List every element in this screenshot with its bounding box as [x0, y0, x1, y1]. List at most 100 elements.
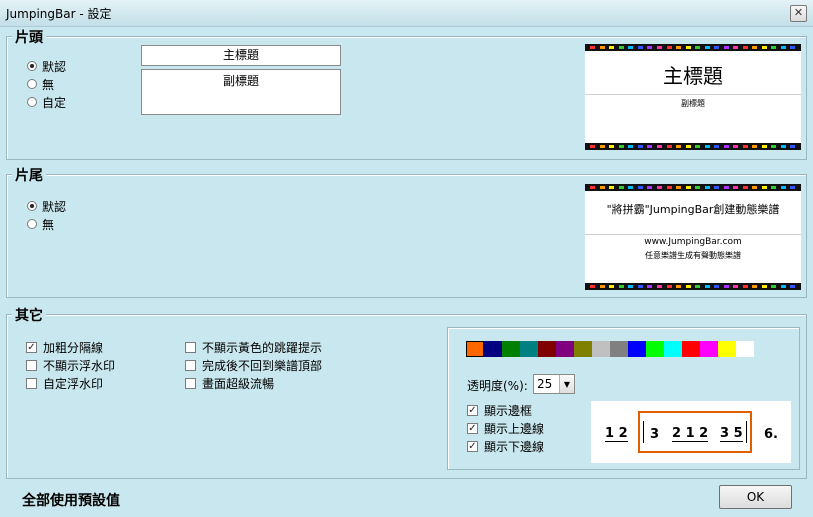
- film-strip-bottom: [585, 143, 801, 150]
- film-hole: [752, 145, 758, 148]
- film-hole: [628, 285, 634, 288]
- film-hole: [676, 285, 682, 288]
- film-hole: [685, 46, 691, 49]
- film-hole: [637, 145, 643, 148]
- radio-icon: [27, 79, 37, 89]
- film-hole: [618, 186, 624, 189]
- footer-preview-divider: [585, 234, 801, 235]
- show-border-label: 顯示邊框: [484, 403, 533, 418]
- header-preview-title: 主標題: [663, 64, 723, 88]
- color-swatch[interactable]: [520, 341, 538, 357]
- film-hole: [647, 46, 653, 49]
- film-hole: [666, 186, 672, 189]
- color-swatch[interactable]: [718, 341, 736, 357]
- hide-watermark-checkbox[interactable]: 不顯示浮水印: [26, 356, 115, 374]
- footer-preview-slogan: "將拼霸"JumpingBar創建動態樂譜: [606, 203, 780, 216]
- header-option-custom[interactable]: 自定: [27, 93, 66, 111]
- close-button[interactable]: ✕: [790, 5, 807, 22]
- reset-defaults-link[interactable]: 全部使用預設值: [22, 490, 120, 510]
- opacity-select[interactable]: 25 ▼: [533, 374, 575, 394]
- film-hole: [695, 46, 701, 49]
- film-hole: [656, 186, 662, 189]
- color-swatch[interactable]: [484, 341, 502, 357]
- footer-preview-url: www.JumpingBar.com: [644, 237, 742, 247]
- color-swatch[interactable]: [610, 341, 628, 357]
- color-swatch[interactable]: [538, 341, 556, 357]
- film-hole: [752, 285, 758, 288]
- footer-option-default[interactable]: 默認: [27, 197, 66, 215]
- show-top-line-label: 顯示上邊線: [484, 421, 545, 436]
- film-hole: [647, 186, 653, 189]
- film-hole: [742, 145, 748, 148]
- ok-button[interactable]: OK: [719, 485, 792, 509]
- hide-yellow-hint-label: 不顯示黃色的跳躍提示: [202, 340, 323, 355]
- film-hole: [723, 145, 729, 148]
- custom-watermark-checkbox[interactable]: 自定浮水印: [26, 374, 115, 392]
- color-swatch[interactable]: [466, 341, 484, 357]
- no-return-top-checkbox[interactable]: 完成後不回到樂譜頂部: [185, 356, 322, 374]
- super-smooth-checkbox[interactable]: 畫面超級流暢: [185, 374, 322, 392]
- footer-preview: "將拼霸"JumpingBar創建動態樂譜 www.JumpingBar.com…: [585, 184, 801, 290]
- film-hole: [647, 285, 653, 288]
- color-swatch[interactable]: [628, 341, 646, 357]
- footer-options: 默認 無: [27, 197, 66, 233]
- notation-highlight-box: 3 2 1 2 3 5: [638, 411, 752, 453]
- film-hole: [733, 145, 739, 148]
- film-hole: [618, 145, 624, 148]
- film-hole: [704, 46, 710, 49]
- film-hole: [656, 145, 662, 148]
- film-hole: [685, 145, 691, 148]
- footer-option-none[interactable]: 無: [27, 215, 66, 233]
- film-hole: [761, 285, 767, 288]
- color-swatch[interactable]: [646, 341, 664, 357]
- subtitle-input[interactable]: 副標題: [141, 69, 341, 115]
- checkbox-icon: [26, 377, 37, 389]
- main-title-input[interactable]: 主標題: [141, 45, 341, 66]
- color-swatch[interactable]: [700, 341, 718, 357]
- checkbox-icon: [185, 341, 196, 353]
- film-hole: [723, 46, 729, 49]
- film-hole: [590, 46, 596, 49]
- notation-bar-line: [746, 421, 747, 443]
- header-preview-divider: [585, 94, 801, 95]
- hide-yellow-hint-checkbox[interactable]: 不顯示黃色的跳躍提示: [185, 338, 322, 356]
- color-swatch[interactable]: [574, 341, 592, 357]
- close-icon: ✕: [793, 6, 804, 19]
- color-swatch[interactable]: [664, 341, 682, 357]
- film-hole: [590, 186, 596, 189]
- film-hole: [618, 46, 624, 49]
- notation-left: 1 2: [605, 426, 628, 442]
- film-hole: [637, 285, 643, 288]
- color-swatch[interactable]: [592, 341, 610, 357]
- show-bottom-line-checkbox[interactable]: ✓ 顯示下邊線: [467, 437, 544, 455]
- header-options: 默認 無 自定: [27, 57, 66, 111]
- show-top-line-checkbox[interactable]: ✓ 顯示上邊線: [467, 419, 544, 437]
- header-option-none[interactable]: 無: [27, 75, 66, 93]
- chevron-down-icon: ▼: [559, 375, 574, 393]
- bold-divider-checkbox[interactable]: ✓ 加粗分隔線: [26, 338, 115, 356]
- color-swatch[interactable]: [736, 341, 754, 357]
- film-hole: [714, 145, 720, 148]
- footer-option-none-label: 無: [42, 217, 55, 232]
- checkbox-icon: ✓: [467, 440, 478, 452]
- header-option-default[interactable]: 默認: [27, 57, 66, 75]
- color-swatch[interactable]: [502, 341, 520, 357]
- film-hole: [628, 145, 634, 148]
- color-swatch[interactable]: [556, 341, 574, 357]
- film-hole: [761, 46, 767, 49]
- film-hole: [618, 285, 624, 288]
- checkbox-icon: ✓: [26, 341, 37, 353]
- film-hole: [714, 285, 720, 288]
- film-hole: [742, 285, 748, 288]
- radio-icon: [27, 219, 37, 229]
- film-hole: [733, 186, 739, 189]
- other-group-title: 其它: [12, 305, 46, 325]
- color-swatch[interactable]: [682, 341, 700, 357]
- film-hole: [733, 285, 739, 288]
- header-option-none-label: 無: [42, 77, 55, 92]
- footer-preview-tagline: 任意樂譜生成有聲動態樂譜: [645, 251, 741, 260]
- show-border-checkbox[interactable]: ✓ 顯示邊框: [467, 401, 544, 419]
- film-hole: [685, 186, 691, 189]
- film-hole: [733, 46, 739, 49]
- opacity-value: 25: [537, 377, 553, 391]
